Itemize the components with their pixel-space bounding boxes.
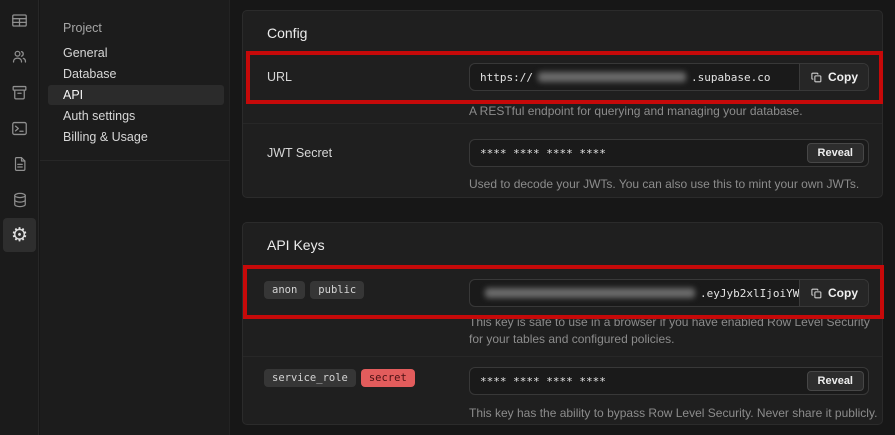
jwt-secret-input[interactable]: **** **** **** **** Reveal [469, 139, 869, 167]
anon-badge: anon [264, 281, 306, 299]
api-keys-card: API Keys anon public .eyJyb2xlIjoiYW5vbi… [242, 222, 883, 425]
sidebar-section-header: Project [63, 21, 102, 35]
service-key-helper-text: This key has the ability to bypass Row L… [469, 406, 878, 420]
copy-icon [811, 288, 822, 298]
table-editor-icon[interactable] [0, 3, 39, 37]
service-role-badge: service_role [264, 369, 356, 387]
copy-icon [811, 72, 822, 82]
api-keys-card-title: API Keys [267, 237, 325, 253]
service-key-input[interactable]: **** **** **** **** Reveal [469, 367, 869, 395]
url-copy-button[interactable]: Copy [799, 64, 868, 90]
settings-sidebar: Project General Database API Auth settin… [40, 0, 230, 435]
anon-key-value: .eyJyb2xlIjoiYW5vbiIs [470, 280, 799, 306]
copy-label: Copy [828, 70, 858, 84]
copy-label: Copy [828, 286, 858, 300]
row-divider [243, 356, 882, 357]
url-input[interactable]: https:// .supabase.co Copy [469, 63, 869, 91]
service-key-badges: service_role secret [264, 369, 415, 387]
sidebar-item-api[interactable]: API [48, 85, 224, 105]
jwt-reveal-button[interactable]: Reveal [806, 143, 864, 163]
config-card: Config URL https:// .supabase.co Copy A … [242, 10, 883, 198]
sidebar-divider [40, 160, 230, 161]
database-icon[interactable] [0, 183, 39, 217]
config-card-title: Config [267, 25, 308, 41]
jwt-helper-text: Used to decode your JWTs. You can also u… [469, 177, 860, 191]
sidebar-item-auth-settings[interactable]: Auth settings [48, 106, 224, 126]
jwt-secret-label: JWT Secret [267, 146, 333, 160]
gear-glyph: ⚙ [10, 223, 29, 246]
redacted-url-segment [537, 72, 686, 82]
secret-badge: secret [360, 369, 415, 387]
redacted-anon-key-segment [485, 288, 695, 298]
anon-key-badges: anon public [264, 281, 365, 299]
app-window: ⚙ Project General Database API Auth sett… [0, 0, 895, 435]
service-key-reveal-button[interactable]: Reveal [806, 371, 864, 391]
storage-icon[interactable] [0, 75, 39, 109]
url-value: https:// .supabase.co [480, 70, 771, 84]
icon-rail: ⚙ [0, 0, 39, 435]
docs-file-icon[interactable] [0, 147, 39, 181]
anon-key-input[interactable]: .eyJyb2xlIjoiYW5vbiIs Copy [469, 279, 869, 307]
anon-key-copy-button[interactable]: Copy [799, 280, 868, 306]
row-divider [243, 267, 882, 268]
sql-terminal-icon[interactable] [0, 111, 39, 145]
authentication-users-icon[interactable] [0, 39, 39, 73]
url-helper-text: A RESTful endpoint for querying and mana… [469, 104, 803, 118]
sidebar-item-general[interactable]: General [48, 43, 224, 63]
public-badge: public [310, 281, 365, 299]
settings-gear-icon[interactable]: ⚙ [3, 218, 36, 252]
url-label: URL [267, 70, 293, 84]
row-divider [243, 123, 882, 124]
anon-key-helper-text: This key is safe to use in a browser if … [469, 315, 870, 346]
sidebar-item-database[interactable]: Database [48, 64, 224, 84]
sidebar-item-billing-usage[interactable]: Billing & Usage [48, 127, 224, 147]
